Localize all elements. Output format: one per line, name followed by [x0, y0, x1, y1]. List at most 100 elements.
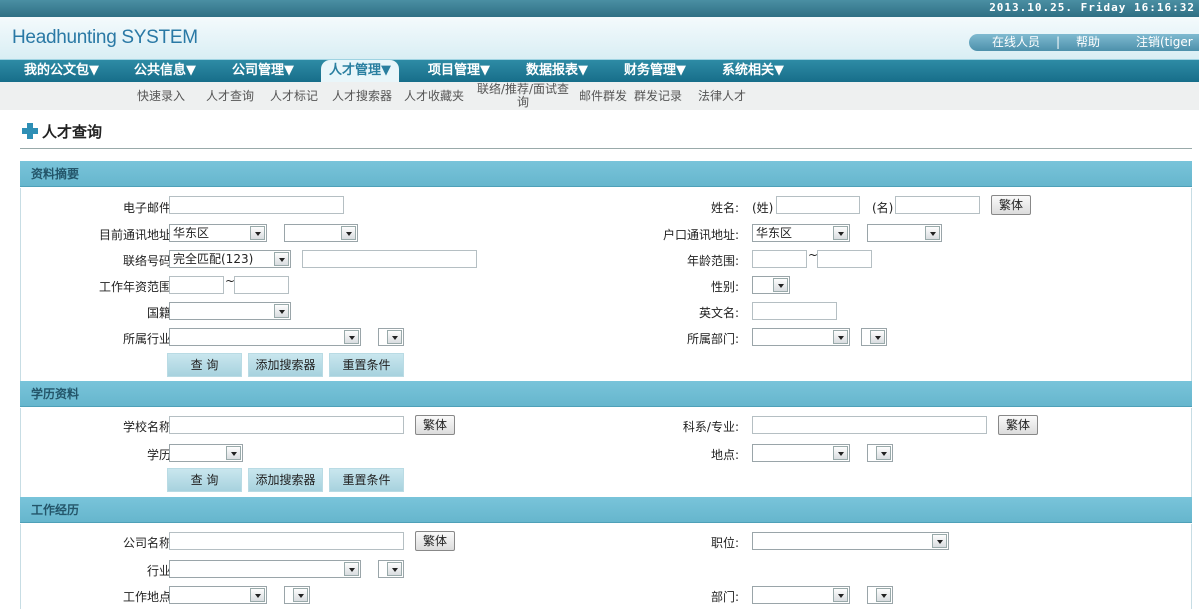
department-select[interactable]	[752, 328, 850, 346]
chevron-down-icon	[932, 534, 947, 548]
huji-province-select[interactable]	[867, 224, 942, 242]
query-button[interactable]: 查 询	[167, 353, 242, 377]
add-searcher-button[interactable]: 添加搜索器	[248, 353, 323, 377]
subnav-talent-searcher[interactable]: 人才搜索器	[332, 82, 392, 110]
plus-icon	[22, 123, 38, 139]
gender-select[interactable]	[752, 276, 790, 294]
address-region-value: 华东区	[173, 226, 210, 240]
work-years-to[interactable]	[234, 276, 289, 294]
work-department-select[interactable]	[752, 586, 850, 604]
nav-company-mgmt[interactable]: 公司管理▼	[232, 60, 294, 82]
edu-reset-button[interactable]: 重置条件	[329, 468, 404, 492]
edu-query-button[interactable]: 查 询	[167, 468, 242, 492]
chevron-down-icon	[274, 304, 289, 318]
nav-finance-mgmt[interactable]: 财务管理▼	[624, 60, 686, 82]
work-years-from[interactable]	[169, 276, 224, 294]
company-field[interactable]	[169, 532, 404, 550]
chevron-down-icon	[387, 330, 402, 344]
nav-public-info[interactable]: 公共信息▼	[134, 60, 196, 82]
app-logo: Headhunting SYSTEM	[12, 27, 198, 48]
chevron-down-icon	[387, 562, 402, 576]
email-field[interactable]	[169, 196, 344, 214]
section-education-body: 学校名称: 繁体 学历: 查 询 添加搜索器 重置条件 科系/专业: 繁体 地点…	[20, 408, 1192, 497]
nav-talent-mgmt[interactable]: 人才管理▼	[321, 60, 399, 82]
position-label: 职位:	[710, 536, 739, 550]
given-name-field[interactable]	[895, 196, 980, 214]
workplace-select[interactable]	[169, 586, 267, 604]
chevron-down-icon	[925, 226, 940, 240]
online-users-link[interactable]: 在线人员	[992, 34, 1040, 51]
degree-select[interactable]	[169, 444, 243, 462]
app-header: Headhunting SYSTEM 在线人员 | 帮助 注销(tiger	[0, 17, 1199, 59]
nav-data-reports[interactable]: 数据报表▼	[526, 60, 588, 82]
chevron-down-icon	[344, 562, 359, 576]
huji-region-value: 华东区	[756, 226, 793, 240]
subnav-talent-search[interactable]: 人才查询	[206, 82, 254, 110]
address-province-select[interactable]	[284, 224, 358, 242]
major-label: 科系/专业:	[682, 420, 739, 434]
location-select[interactable]	[752, 444, 850, 462]
work-industry-select[interactable]	[169, 560, 361, 578]
subnav-talent-mark[interactable]: 人才标记	[270, 82, 318, 110]
address-label: 目前通讯地址:	[98, 228, 175, 242]
department-sub-select[interactable]	[861, 328, 887, 346]
work-department-sub-select[interactable]	[867, 586, 893, 604]
company-traditional-button[interactable]: 繁体	[415, 531, 455, 551]
age-from[interactable]	[752, 250, 807, 268]
age-to[interactable]	[817, 250, 872, 268]
huji-region-select[interactable]: 华东区	[752, 224, 850, 242]
work-industry-sub-select[interactable]	[378, 560, 404, 578]
given-name-hint: (名)	[872, 201, 894, 215]
nav-system[interactable]: 系统相关▼	[722, 60, 784, 82]
work-years-label: 工作年资范围:	[98, 280, 175, 294]
position-select[interactable]	[752, 532, 949, 550]
subnav-mass-mail-log[interactable]: 群发记录	[634, 82, 682, 110]
edu-add-searcher-button[interactable]: 添加搜索器	[248, 468, 323, 492]
help-link[interactable]: 帮助	[1076, 34, 1100, 51]
nav-project-mgmt[interactable]: 项目管理▼	[428, 60, 490, 82]
section-work-header[interactable]: 工作经历	[20, 497, 1192, 523]
chevron-down-icon	[833, 588, 848, 602]
logout-link[interactable]: 注销(tiger	[1136, 34, 1193, 51]
page-title: 人才查询	[42, 123, 103, 141]
subnav-mass-mail[interactable]: 邮件群发	[579, 82, 627, 110]
address-region-select[interactable]: 华东区	[169, 224, 267, 242]
subnav-quick-entry[interactable]: 快速录入	[137, 82, 185, 110]
phone-match-select[interactable]: 完全匹配(123)	[169, 250, 291, 268]
department-label: 所属部门:	[686, 332, 739, 346]
name-label: 姓名:	[710, 201, 739, 215]
location-sub-select[interactable]	[867, 444, 893, 462]
company-label: 公司名称:	[122, 536, 175, 550]
chevron-down-icon	[250, 588, 265, 602]
subnav-contact-query[interactable]: 联络/推荐/面试查 询	[475, 83, 571, 109]
major-traditional-button[interactable]: 繁体	[998, 415, 1038, 435]
industry-sub-select[interactable]	[378, 328, 404, 346]
nationality-select[interactable]	[169, 302, 291, 320]
industry-select[interactable]	[169, 328, 361, 346]
nav-my-briefcase[interactable]: 我的公文包▼	[24, 60, 99, 82]
main-nav: 我的公文包▼ 公共信息▼ 公司管理▼ 人才管理▼ 项目管理▼ 数据报表▼ 财务管…	[0, 59, 1199, 82]
section-summary-body: 电子邮件: 目前通讯地址: 华东区 联络号码: 完全匹配(123) 工作年资范围…	[20, 188, 1192, 381]
subnav-legal-talent[interactable]: 法律人才	[698, 82, 746, 110]
english-name-field[interactable]	[752, 302, 837, 320]
chevron-down-icon	[876, 446, 891, 460]
section-education-header[interactable]: 学历资料	[20, 381, 1192, 407]
school-field[interactable]	[169, 416, 404, 434]
workplace-sub-select[interactable]	[284, 586, 310, 604]
sub-nav: 快速录入 人才查询 人才标记 人才搜索器 人才收藏夹 联络/推荐/面试查 询 邮…	[0, 82, 1199, 110]
surname-hint: (姓)	[752, 201, 774, 215]
age-range-label: 年龄范围:	[686, 254, 739, 268]
surname-field[interactable]	[776, 196, 860, 214]
chevron-down-icon	[250, 226, 265, 240]
phone-label: 联络号码:	[122, 254, 175, 268]
chevron-down-icon	[870, 330, 885, 344]
section-summary-header[interactable]: 资料摘要	[20, 161, 1192, 187]
name-traditional-button[interactable]: 繁体	[991, 195, 1031, 215]
phone-field[interactable]	[302, 250, 477, 268]
subnav-talent-favorites[interactable]: 人才收藏夹	[404, 82, 464, 110]
school-traditional-button[interactable]: 繁体	[415, 415, 455, 435]
major-field[interactable]	[752, 416, 987, 434]
reset-button[interactable]: 重置条件	[329, 353, 404, 377]
gender-label: 性别:	[710, 280, 739, 294]
chevron-down-icon	[833, 330, 848, 344]
